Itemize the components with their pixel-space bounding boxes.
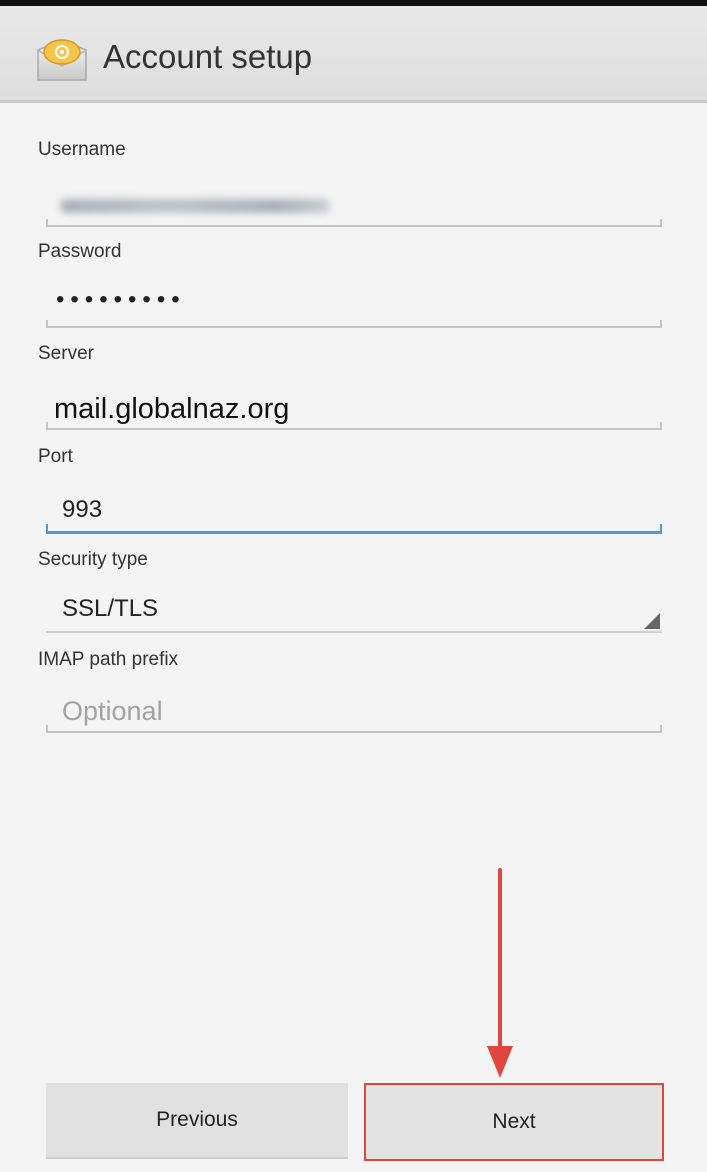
next-button[interactable]: Next	[364, 1083, 664, 1161]
imap-prefix-placeholder: Optional	[62, 696, 163, 726]
server-label: Server	[38, 343, 94, 364]
imap-prefix-field[interactable]: Optional	[46, 689, 662, 733]
server-field[interactable]: mail.globalnaz.org	[46, 386, 662, 430]
username-label: Username	[38, 139, 126, 160]
dropdown-arrow-icon	[644, 613, 660, 629]
password-value: •••••••••	[56, 286, 186, 313]
port-value: 993	[62, 496, 103, 523]
server-value: mail.globalnaz.org	[54, 393, 290, 425]
security-type-spinner[interactable]: SSL/TLS	[46, 589, 662, 633]
port-field[interactable]: 993	[46, 490, 662, 534]
page-title: Account setup	[103, 38, 313, 75]
action-bar: Account setup	[0, 6, 707, 103]
email-app-icon	[37, 39, 87, 81]
imap-prefix-label: IMAP path prefix	[38, 649, 179, 670]
username-value-blurred	[60, 199, 330, 213]
previous-button[interactable]: Previous	[46, 1083, 348, 1159]
annotation-arrow-icon	[487, 868, 513, 1078]
password-label: Password	[38, 241, 122, 262]
security-type-value: SSL/TLS	[62, 595, 159, 622]
username-field[interactable]	[46, 183, 662, 227]
port-label: Port	[38, 446, 73, 467]
password-field[interactable]: •••••••••	[46, 284, 662, 328]
security-type-label: Security type	[38, 549, 148, 570]
